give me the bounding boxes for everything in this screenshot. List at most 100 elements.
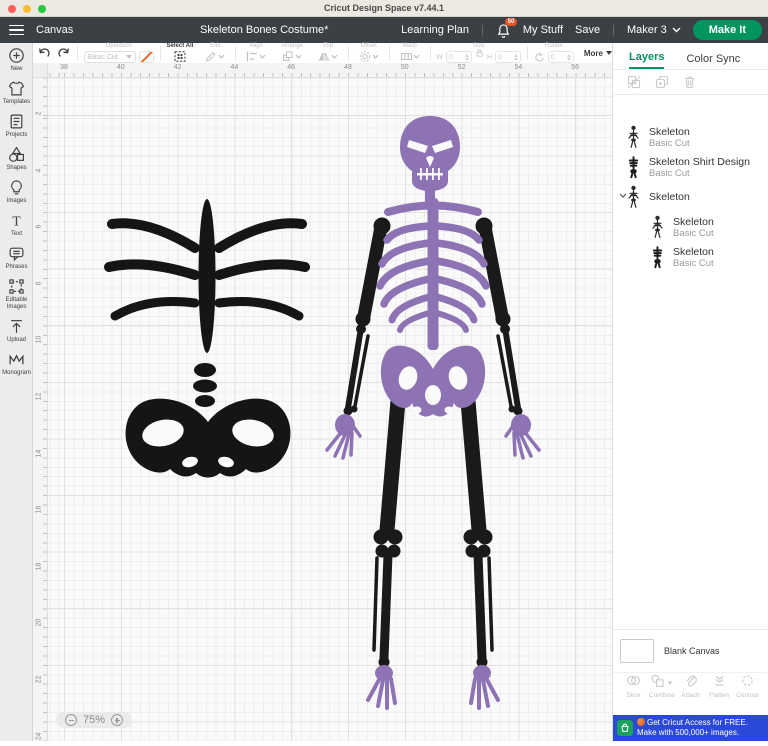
chevron-down-icon[interactable] — [619, 193, 627, 198]
flip-button[interactable] — [314, 51, 342, 62]
layer-name: Skeleton Shirt Design — [649, 156, 750, 168]
more-button[interactable]: More — [584, 49, 612, 58]
cricut-design-space-window: Cricut Design Space v7.44.1 Canvas Skele… — [0, 0, 768, 741]
layer-row[interactable]: SkeletonBasic Cut — [613, 212, 768, 242]
warp-label: Warp — [403, 43, 417, 50]
sidebar-item-label: Templates — [3, 99, 30, 106]
attach-icon — [683, 674, 698, 692]
duplicate-icon[interactable] — [655, 75, 669, 89]
flatten-button[interactable]: Flatten — [705, 675, 734, 699]
hruler-number: 46 — [287, 64, 295, 71]
zoom-in-button[interactable] — [111, 714, 123, 726]
arrange-group: Arrange — [274, 43, 310, 63]
width-value: 0 — [449, 54, 453, 61]
ungroup-icon[interactable] — [627, 75, 641, 89]
delete-icon[interactable] — [683, 75, 696, 89]
combine-button[interactable]: Combine — [648, 675, 677, 699]
menu-icon[interactable] — [9, 25, 24, 36]
learning-plan-link[interactable]: Learning Plan — [401, 24, 469, 36]
projects-icon — [8, 113, 25, 130]
layer-operation: Basic Cut — [673, 258, 714, 269]
edit-button[interactable] — [201, 51, 229, 62]
rotate-input[interactable]: 0 — [548, 51, 574, 63]
operation-select[interactable]: Basic Cut — [84, 51, 136, 63]
action-label: Attach — [681, 692, 699, 699]
layer-group-row[interactable]: Skeleton — [613, 182, 768, 212]
tab-layers[interactable]: Layers — [629, 51, 664, 69]
slice-icon — [626, 674, 641, 692]
zoom-level: 75% — [83, 714, 105, 726]
header-divider: | — [481, 24, 484, 36]
app-header: Canvas Skeleton Bones Costume* Learning … — [0, 17, 768, 43]
attach-button[interactable]: Attach — [676, 675, 705, 699]
height-input[interactable]: 0 — [495, 51, 521, 63]
action-label: Combine — [649, 692, 675, 699]
canvas-settings-section: Blank Canvas Slice Combine Attach Flatte… — [613, 629, 768, 715]
select-all-button[interactable] — [170, 51, 190, 62]
sidebar-item-text[interactable]: T Text — [0, 208, 33, 241]
editable-icon — [8, 278, 25, 295]
sidebar-item-projects[interactable]: Projects — [0, 109, 33, 142]
skeleton-shirt-design-graphic[interactable] — [109, 199, 305, 478]
vruler-number: 4 — [36, 165, 43, 175]
make-it-button[interactable]: Make It — [693, 20, 762, 40]
slice-button[interactable]: Slice — [619, 675, 648, 699]
sidebar-item-shapes[interactable]: Shapes — [0, 142, 33, 175]
save-button[interactable]: Save — [575, 24, 600, 36]
design-canvas[interactable]: 75% — [48, 78, 612, 741]
redo-button[interactable] — [54, 47, 75, 59]
edit-label: Edit — [210, 43, 220, 50]
sidebar-item-monogram[interactable]: Monogram — [0, 347, 33, 380]
vruler-number: 16 — [36, 505, 43, 515]
zoom-out-button[interactable] — [65, 714, 77, 726]
notifications-bell-icon[interactable]: 50 — [496, 23, 511, 38]
arrange-label: Arrange — [281, 43, 302, 50]
blank-canvas-swatch[interactable] — [620, 639, 654, 663]
more-label: More — [584, 49, 603, 58]
cricut-access-banner[interactable]: Get Cricut Access for FREE. Make with 50… — [613, 715, 768, 741]
offset-label: Offset — [361, 43, 377, 50]
rotate-stepper[interactable] — [567, 54, 571, 61]
offset-button[interactable] — [355, 51, 383, 62]
sidebar-item-upload[interactable]: Upload — [0, 314, 33, 347]
my-stuff-link[interactable]: My Stuff — [523, 24, 563, 36]
layer-row[interactable]: Skeleton Shirt DesignBasic Cut — [613, 152, 768, 182]
height-stepper[interactable] — [514, 54, 518, 61]
warp-button[interactable] — [396, 51, 424, 62]
layer-row[interactable]: SkeletonBasic Cut — [613, 242, 768, 272]
sidebar-item-editable-images[interactable]: Editable Images — [0, 274, 33, 314]
operation-group: Operation Basic Cut — [80, 43, 158, 63]
flatten-icon — [712, 674, 727, 692]
width-stepper[interactable] — [465, 54, 469, 61]
align-label: Align — [249, 43, 262, 50]
lock-aspect-icon[interactable] — [475, 48, 484, 58]
macos-titlebar: Cricut Design Space v7.44.1 — [0, 0, 768, 17]
layer-row[interactable]: SkeletonBasic Cut — [613, 122, 768, 152]
sidebar-item-new[interactable]: New — [0, 43, 33, 76]
canvas-nav-label[interactable]: Canvas — [36, 24, 73, 36]
rotate-label: Rotate — [545, 43, 563, 50]
chevron-down-icon — [668, 681, 673, 684]
machine-selector[interactable]: Maker 3 — [627, 24, 681, 36]
action-label: Slice — [626, 692, 640, 699]
contour-button[interactable]: Contour — [733, 675, 762, 699]
tab-color-sync[interactable]: Color Sync — [686, 53, 740, 69]
undo-button[interactable] — [33, 47, 54, 59]
vruler-number: 8 — [36, 278, 43, 288]
select-all-group: Select All — [163, 43, 198, 63]
sidebar-item-templates[interactable]: Templates — [0, 76, 33, 109]
select-all-label: Select All — [167, 43, 194, 50]
width-input[interactable]: 0 — [446, 51, 472, 63]
align-button[interactable] — [242, 51, 270, 62]
hruler-number: 42 — [174, 64, 182, 71]
vruler-number: 2 — [36, 109, 43, 119]
arrange-button[interactable] — [278, 51, 306, 62]
sidebar-item-images[interactable]: Images — [0, 175, 33, 208]
color-swatch-picker[interactable] — [139, 51, 154, 63]
layer-thumbnail-icon — [627, 185, 641, 209]
skeleton-graphic[interactable] — [327, 116, 539, 708]
hruler-number: 56 — [571, 64, 579, 71]
sidebar-item-phrases[interactable]: Phrases — [0, 241, 33, 274]
chevron-down-icon — [126, 55, 132, 59]
window-title: Cricut Design Space v7.44.1 — [0, 3, 768, 13]
